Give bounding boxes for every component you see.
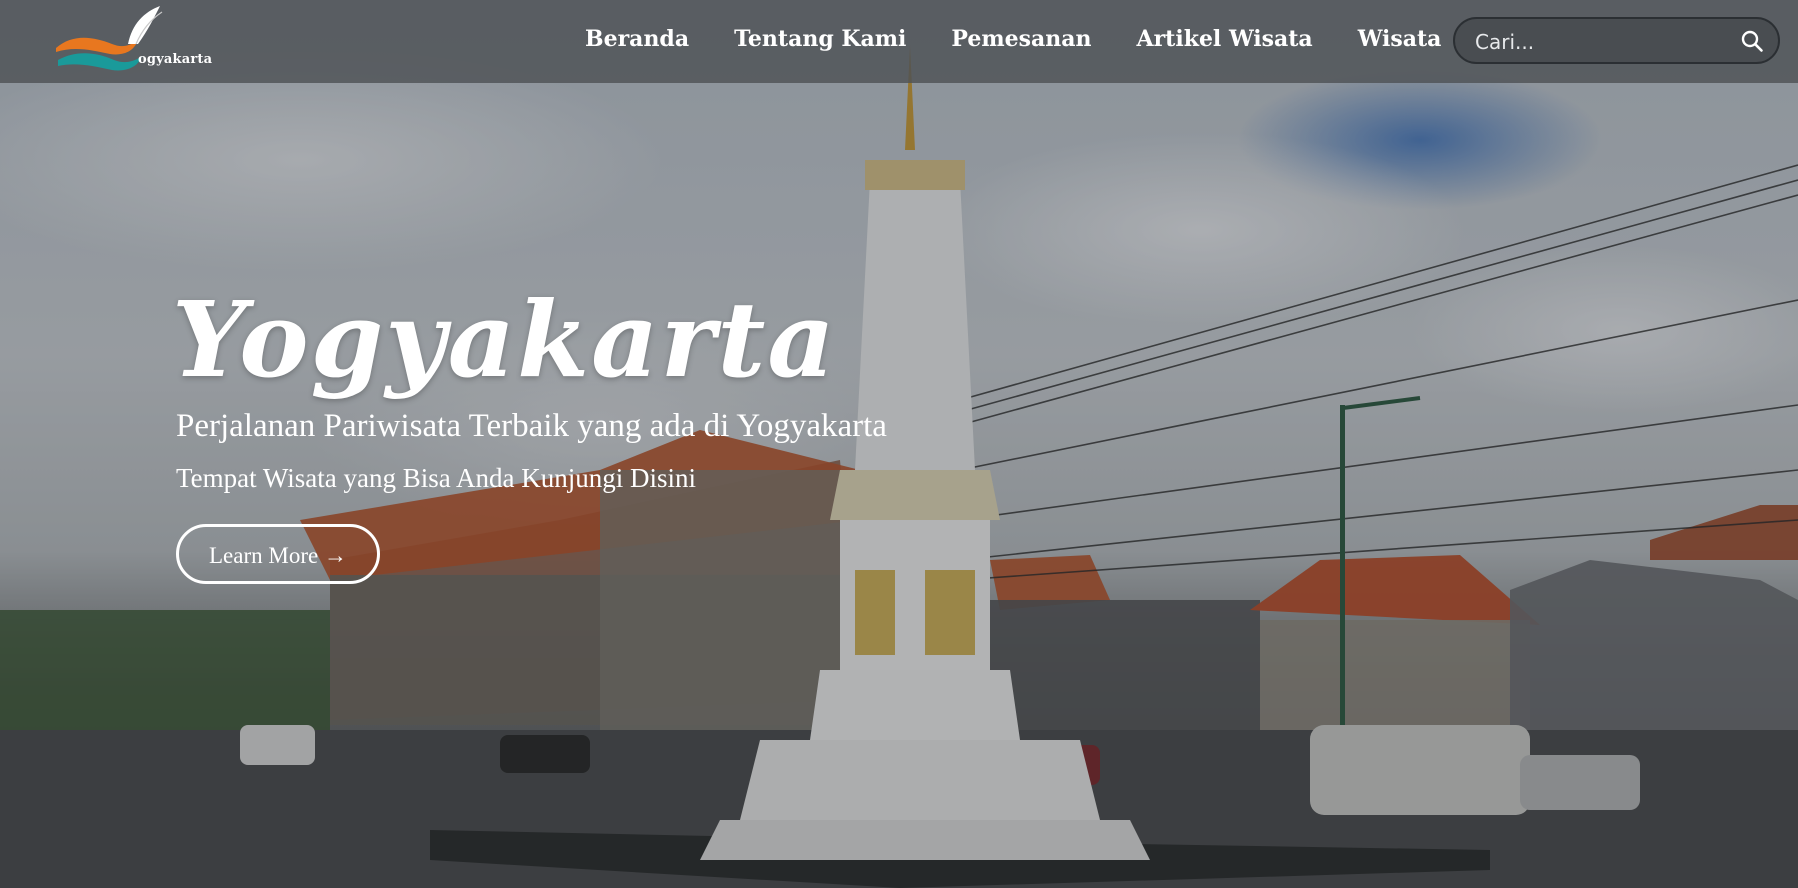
search-bar bbox=[1453, 17, 1780, 64]
page: ogyakarta Beranda Tentang Kami Pemesanan… bbox=[0, 0, 1798, 888]
logo-wordmark: ogyakarta bbox=[138, 52, 213, 67]
search-icon[interactable] bbox=[1740, 29, 1764, 53]
learn-more-button[interactable]: Learn More → bbox=[176, 524, 380, 584]
hero-subtitle: Perjalanan Pariwisata Terbaik yang ada d… bbox=[176, 408, 887, 444]
site-logo[interactable]: ogyakarta bbox=[52, 4, 212, 76]
nav-link-pemesanan[interactable]: Pemesanan bbox=[951, 26, 1091, 52]
nav-link-beranda[interactable]: Beranda bbox=[585, 26, 689, 52]
nav-link-tentang-kami[interactable]: Tentang Kami bbox=[734, 26, 906, 52]
hero-tagline: Tempat Wisata yang Bisa Anda Kunjungi Di… bbox=[176, 463, 696, 493]
hero-section: Yogyakarta Perjalanan Pariwisata Terbaik… bbox=[172, 288, 887, 584]
search-input[interactable] bbox=[1473, 19, 1737, 64]
nav-link-artikel-wisata[interactable]: Artikel Wisata bbox=[1137, 26, 1313, 52]
nav-link-wisata[interactable]: Wisata bbox=[1358, 26, 1442, 52]
main-navigation: Beranda Tentang Kami Pemesanan Artikel W… bbox=[585, 26, 1486, 52]
navbar: ogyakarta Beranda Tentang Kami Pemesanan… bbox=[0, 0, 1798, 83]
hero-title: Yogyakarta bbox=[172, 278, 837, 401]
